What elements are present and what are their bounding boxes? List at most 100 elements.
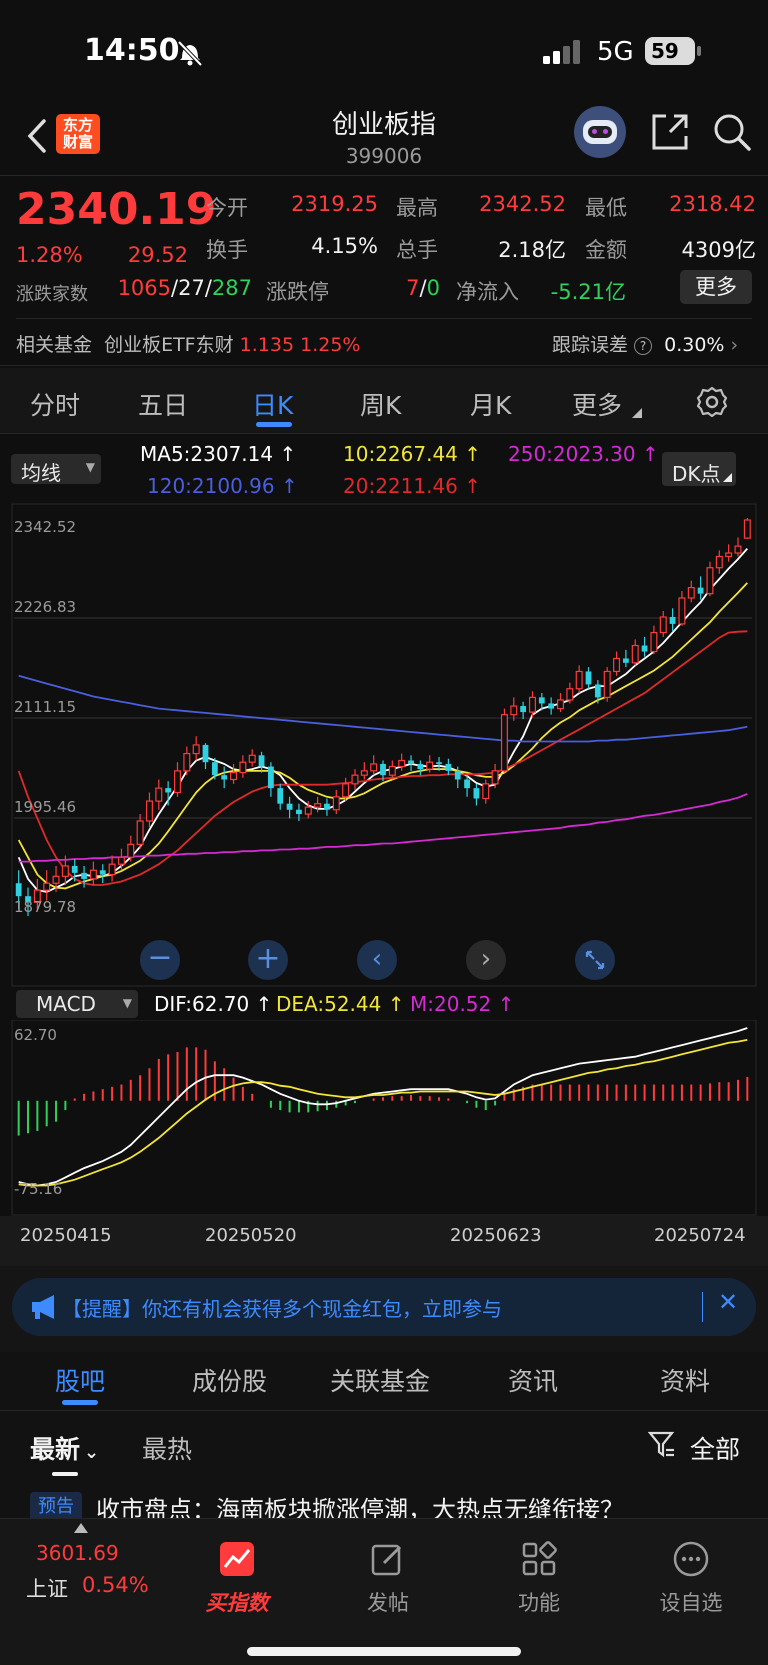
quote-panel: 2340.19 1.28% 29.52 今开 2319.25 最高 2342.5… bbox=[0, 176, 768, 366]
index-pct[interactable]: 0.54% bbox=[82, 1573, 149, 1597]
ma120-text: 120:2100.96 bbox=[147, 474, 275, 498]
tracking-row[interactable]: 跟踪误差 ? 0.30% › bbox=[552, 330, 738, 357]
candle-body bbox=[286, 803, 293, 810]
nav-functions[interactable]: 功能 bbox=[484, 1541, 594, 1617]
zoom-out-button[interactable]: − bbox=[140, 940, 180, 980]
fund-row[interactable]: 相关基金 创业板ETF东财 1.135 1.25% bbox=[16, 330, 360, 357]
tab-daily-k[interactable]: 日K bbox=[252, 386, 293, 422]
ma-selector[interactable]: 均线 ▼ bbox=[11, 454, 101, 485]
current-price: 2340.19 bbox=[16, 184, 217, 235]
signal-icon bbox=[543, 40, 580, 64]
nav-buy-index[interactable]: 买指数 bbox=[182, 1541, 292, 1617]
tab-news[interactable]: 资讯 bbox=[508, 1362, 558, 1398]
nav-add-watchlist[interactable]: 设自选 bbox=[636, 1541, 746, 1617]
candle-body bbox=[183, 752, 191, 772]
candle-body bbox=[585, 671, 592, 685]
macd-chart[interactable]: 62.70 -75.16 20250415 20250520 20250623 20250… bbox=[0, 1020, 768, 1266]
tab-constituents[interactable]: 成份股 bbox=[192, 1362, 267, 1398]
candle-body bbox=[631, 644, 639, 664]
y-tick-label: 2111.15 bbox=[14, 698, 76, 716]
nav-post[interactable]: 发帖 bbox=[333, 1541, 443, 1617]
ma5-text: MA5:2307.14 bbox=[140, 442, 274, 466]
macd-dif-line bbox=[18, 1027, 748, 1187]
candle-body bbox=[436, 762, 442, 764]
date-axis-band bbox=[0, 1216, 768, 1266]
tab-intraday[interactable]: 分时 bbox=[30, 386, 80, 422]
ma20-label: 20:2211.46 ↑ bbox=[343, 474, 482, 498]
candle-body bbox=[248, 754, 256, 763]
y-tick-label: 1995.46 bbox=[14, 798, 76, 816]
close-icon[interactable]: ✕ bbox=[718, 1288, 738, 1316]
candle-body bbox=[258, 755, 265, 767]
reminder-banner[interactable]: 【提醒】你还有机会获得多个现金红包，立即参与 ✕ bbox=[12, 1278, 756, 1336]
help-icon[interactable]: ? bbox=[634, 336, 653, 355]
candle-body bbox=[81, 872, 87, 879]
m-label: M:20.52 ↑ bbox=[410, 992, 515, 1016]
candle-body bbox=[332, 796, 340, 811]
high-value: 2342.52 bbox=[479, 192, 566, 216]
filter-all[interactable]: 全部 bbox=[690, 1430, 740, 1466]
index-price[interactable]: 3601.69 bbox=[36, 1541, 146, 1565]
candle-body bbox=[221, 775, 228, 780]
candle-body bbox=[548, 703, 555, 709]
more-button[interactable]: 更多 bbox=[680, 270, 752, 304]
candle-body bbox=[454, 770, 461, 780]
tab-related-funds[interactable]: 关联基金 bbox=[330, 1362, 430, 1398]
tab-weekly-k[interactable]: 周K bbox=[360, 386, 401, 422]
indicator-selector[interactable]: MACD ▼ bbox=[16, 990, 138, 1018]
candle-body bbox=[145, 800, 153, 822]
chevron-down-icon: ⌄ bbox=[84, 1442, 100, 1463]
candle-body bbox=[165, 788, 172, 793]
fund-price: 1.135 bbox=[239, 334, 295, 356]
breadth-label: 涨跌家数 bbox=[16, 284, 88, 305]
ma-line-ma120 bbox=[18, 674, 748, 743]
search-icon[interactable] bbox=[712, 112, 752, 152]
candle-body bbox=[108, 863, 116, 876]
candle-body bbox=[575, 670, 583, 690]
candle-body bbox=[211, 762, 218, 776]
candle-body bbox=[89, 869, 97, 880]
assistant-avatar[interactable] bbox=[574, 106, 626, 158]
settings-icon[interactable] bbox=[696, 386, 728, 418]
dea-text: DEA:52.44 bbox=[276, 992, 382, 1016]
status-time: 14:50 bbox=[84, 33, 180, 68]
candle-body bbox=[491, 770, 499, 785]
candlestick-chart[interactable]: 2342.52 2226.83 2111.15 1995.46 1879.78 bbox=[0, 500, 768, 990]
limit-up: 7 bbox=[406, 276, 420, 300]
tab-profile[interactable]: 资料 bbox=[660, 1362, 710, 1398]
m-text: M:20.52 bbox=[410, 992, 492, 1016]
ma250-label: 250:2023.30 ↑ bbox=[508, 442, 659, 466]
fund-name: 创业板ETF东财 bbox=[104, 334, 234, 356]
fullscreen-button[interactable] bbox=[575, 940, 615, 980]
open-value: 2319.25 bbox=[291, 192, 378, 216]
y-tick-label: 2226.83 bbox=[14, 598, 76, 616]
filter-icon[interactable] bbox=[648, 1430, 676, 1458]
share-icon[interactable] bbox=[650, 112, 690, 152]
ma250-text: 250:2023.30 bbox=[508, 442, 636, 466]
up-count: 1065 bbox=[117, 276, 172, 300]
tab-guba[interactable]: 股吧 bbox=[55, 1362, 105, 1398]
edit-icon bbox=[371, 1544, 402, 1576]
filter-hot[interactable]: 最热 bbox=[142, 1430, 192, 1466]
candle-body bbox=[417, 763, 424, 770]
macd-frame bbox=[11, 1020, 757, 1216]
dk-point-button[interactable]: DK点 bbox=[662, 452, 736, 486]
candle-body bbox=[117, 856, 125, 865]
fund-pct: 1.25% bbox=[300, 334, 361, 356]
filter-latest[interactable]: 最新 ⌄ bbox=[30, 1430, 99, 1466]
scroll-left-button[interactable]: ‹ bbox=[357, 940, 397, 980]
candle-body bbox=[528, 696, 536, 713]
scroll-right-button[interactable]: › bbox=[466, 940, 506, 980]
y-tick-label: -75.16 bbox=[14, 1180, 62, 1198]
index-name[interactable]: 上证 bbox=[26, 1573, 68, 1603]
ma10-text: 10:2267.44 bbox=[343, 442, 458, 466]
candle-body bbox=[370, 763, 378, 772]
candle-body bbox=[202, 744, 209, 763]
tab-five-day[interactable]: 五日 bbox=[138, 386, 188, 422]
candle-body bbox=[239, 761, 247, 774]
change-pct: 1.28% bbox=[16, 243, 83, 267]
period-tabs: 分时 五日 日K 周K 月K 更多 bbox=[0, 368, 768, 434]
tab-monthly-k[interactable]: 月K bbox=[470, 386, 511, 422]
tab-more[interactable]: 更多 bbox=[572, 386, 622, 422]
zoom-in-button[interactable]: + bbox=[248, 940, 288, 980]
